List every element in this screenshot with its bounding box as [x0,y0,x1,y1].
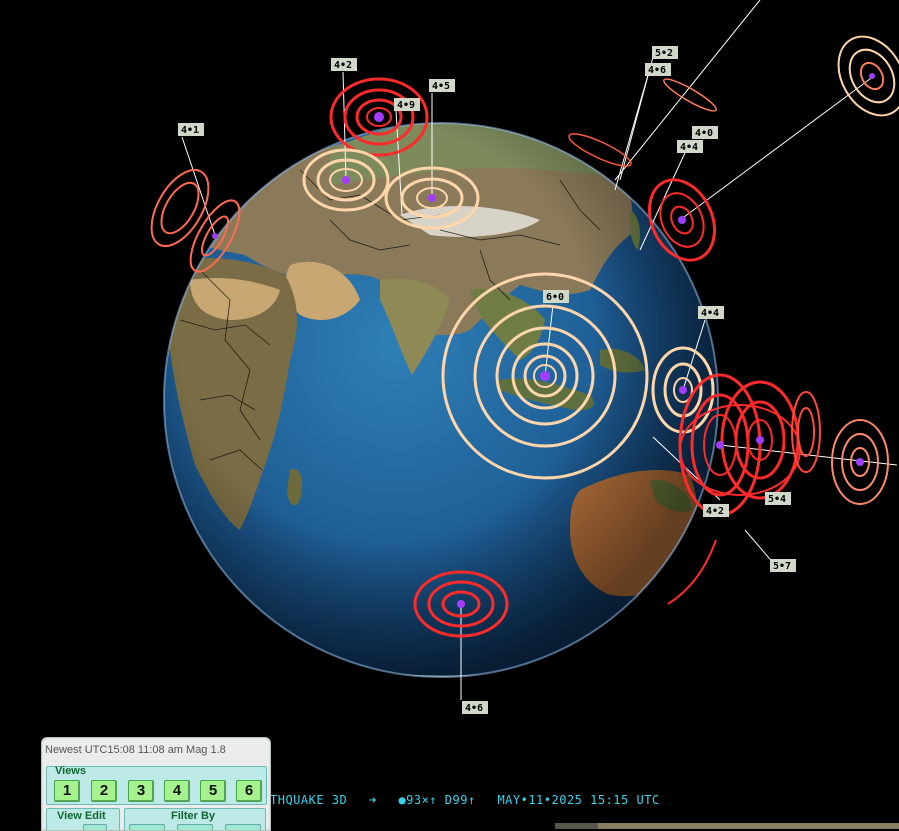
view-info-text: ●93×↑ D99↑ [398,793,476,807]
filter-by-title: Filter By [171,810,216,822]
mag-label: 4•4 [698,306,724,319]
svg-text:5•7: 5•7 [773,561,791,572]
quake-marker[interactable] [302,148,390,212]
status-bar: THQUAKE 3D ➜ ●93×↑ D99↑ MAY•11•2025 15:1… [270,793,899,809]
mag-label: 4•2 [331,58,357,71]
svg-text:4•6: 4•6 [648,65,666,76]
datetime-text: MAY•11•2025 15:15 UTC [497,793,660,807]
svg-text:4•4: 4•4 [680,142,698,153]
globe-scene[interactable]: 4•1 4•2 4•9 4•5 5•2 4•6 4•0 4•4 6•0 4•4 … [0,0,899,829]
views-group: Views 1 2 3 4 5 6 [46,765,267,805]
svg-text:5•2: 5•2 [655,48,673,59]
mag-label: 5•7 [770,559,796,572]
views-title: Views [55,765,86,777]
filter-button-3[interactable] [225,824,261,830]
filter-by-group: Filter By [124,808,266,830]
mag-label: 4•4 [677,140,703,153]
background-strip-image [598,823,899,829]
mag-label: 5•2 [652,46,678,59]
svg-text:4•6: 4•6 [465,703,483,714]
mag-label: 4•5 [429,79,455,92]
filter-button-2[interactable] [177,824,213,830]
mag-label: 4•9 [394,98,420,111]
mag-label: 4•2 [703,504,729,517]
quake-marker[interactable] [441,272,649,480]
view-button-2[interactable]: 2 [91,780,117,802]
mag-label: 6•0 [543,290,569,303]
view-button-4[interactable]: 4 [164,780,190,802]
svg-text:4•2: 4•2 [334,60,352,71]
mag-label: 4•6 [645,63,671,76]
svg-text:4•9: 4•9 [397,100,415,111]
quake-marker[interactable] [413,570,509,638]
arrow-icon: ➜ [368,793,377,807]
svg-text:4•0: 4•0 [695,128,713,139]
view-button-5[interactable]: 5 [200,780,226,802]
newest-quake-info: Newest UTC15:08 11:08 am Mag 1.8 [45,744,226,756]
view-button-6[interactable]: 6 [236,780,262,802]
svg-text:6•0: 6•0 [546,292,564,303]
quake-marker[interactable] [825,25,899,128]
svg-text:4•2: 4•2 [706,506,724,517]
svg-text:5•4: 5•4 [768,494,786,505]
view-edit-title: View Edit [57,810,106,822]
view-edit-button[interactable] [83,824,107,830]
mag-label: 4•1 [178,123,204,136]
quake-marker[interactable] [329,77,429,157]
view-button-1[interactable]: 1 [54,780,80,802]
view-edit-group: View Edit [46,808,120,830]
quake-marker[interactable] [831,419,889,505]
svg-text:4•4: 4•4 [701,308,719,319]
mag-label: 4•6 [462,701,488,714]
svg-text:4•1: 4•1 [181,125,199,136]
mag-label: 4•0 [692,126,718,139]
mag-label: 5•4 [765,492,791,505]
svg-text:4•5: 4•5 [432,81,450,92]
control-panel: Newest UTC15:08 11:08 am Mag 1.8 Views 1… [41,737,271,831]
view-button-3[interactable]: 3 [128,780,154,802]
app-name-text: THQUAKE 3D [270,793,348,807]
filter-button-1[interactable] [129,824,165,830]
